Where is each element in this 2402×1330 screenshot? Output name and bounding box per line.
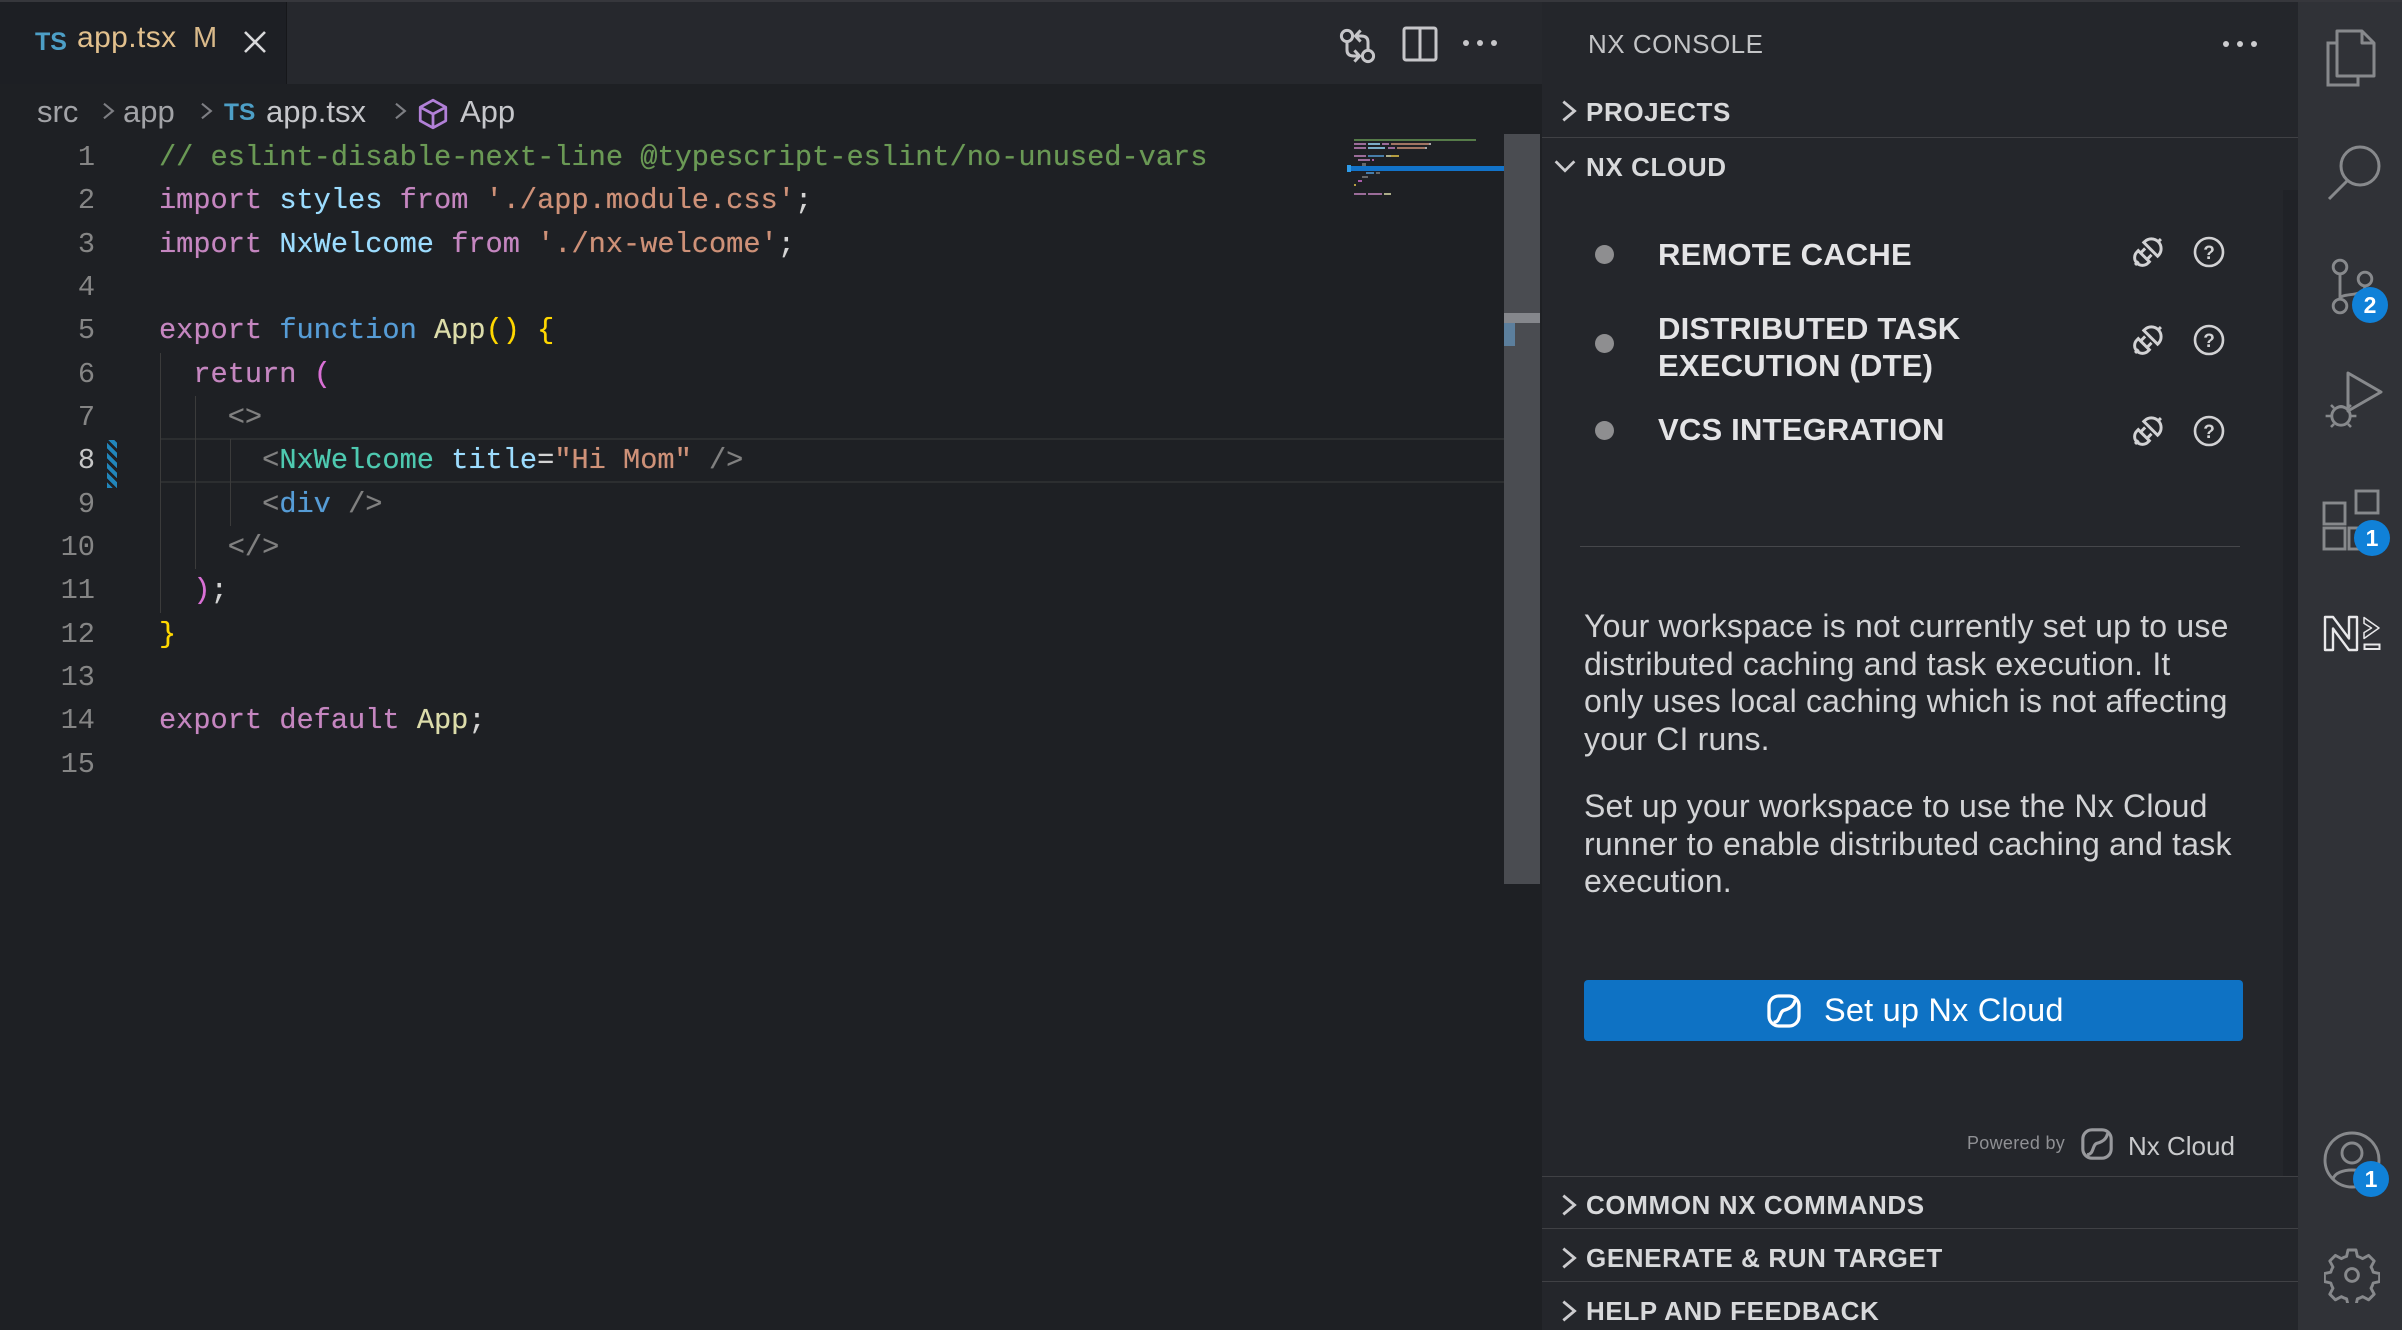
svg-text:?: ? — [2203, 243, 2215, 264]
svg-text:?: ? — [2203, 422, 2215, 443]
svg-text:?: ? — [2203, 331, 2215, 352]
